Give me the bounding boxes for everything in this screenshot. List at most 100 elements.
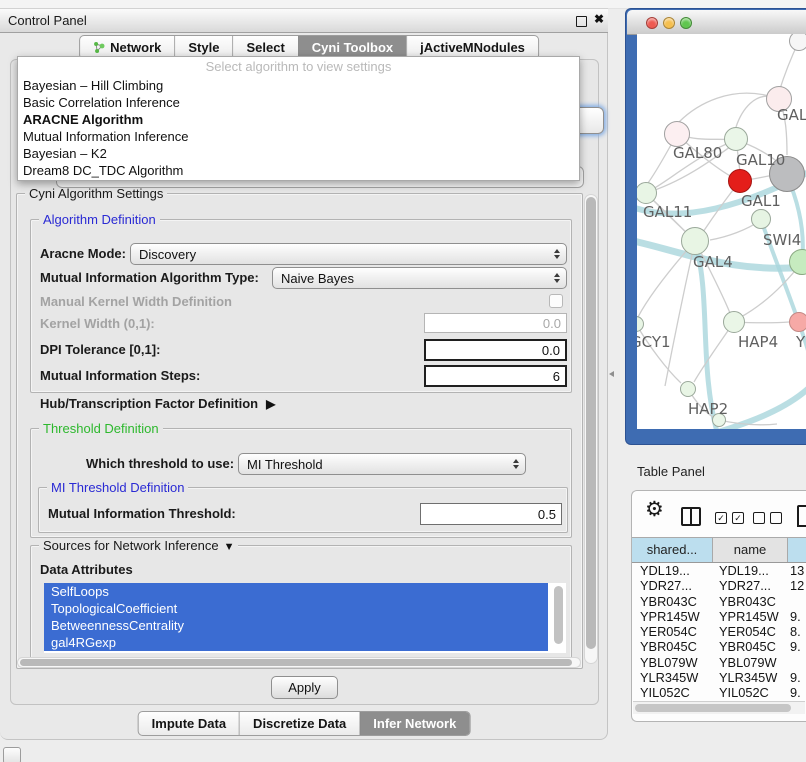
network-node[interactable]: [724, 127, 748, 151]
node-label: GAL80: [673, 144, 722, 162]
settings-vertical-scrollbar[interactable]: [584, 194, 598, 664]
tab-label: Cyni Toolbox: [312, 40, 393, 55]
panel-resize-arrow[interactable]: [609, 371, 614, 377]
dropdown-item[interactable]: Bayesian – Hill Climbing: [18, 77, 579, 94]
table-row[interactable]: YDR27... YDR27... 12: [632, 578, 806, 593]
tab-label: Style: [188, 40, 219, 55]
collapsed-panel-button[interactable]: [3, 747, 21, 762]
list-item[interactable]: BetweennessCentrality: [44, 617, 548, 634]
network-node[interactable]: [681, 227, 709, 255]
table-row[interactable]: YIL052C YIL052C 9.: [632, 685, 806, 700]
cyni-settings-title: Cyni Algorithm Settings: [25, 186, 167, 201]
apply-button[interactable]: Apply: [271, 676, 338, 699]
float-icon[interactable]: [576, 16, 587, 27]
tab-label: Discretize Data: [253, 716, 346, 731]
node-label: GCY1: [637, 333, 671, 351]
stepper-arrows-icon: [554, 249, 560, 259]
tab-label: Infer Network: [373, 716, 456, 731]
window-button[interactable]: [646, 17, 658, 29]
network-view-window: GAL GAL80 GAL10 GAL1 GAL11 SWI4 GAL4 GCY…: [625, 8, 806, 445]
manual-kernel-label: Manual Kernel Width Definition: [40, 292, 232, 312]
gear-icon[interactable]: [645, 499, 664, 520]
table-row[interactable]: YBR043C YBR043C: [632, 594, 806, 609]
aracne-mode-select[interactable]: Discovery: [130, 243, 567, 265]
app-root: Control Panel Network: [0, 0, 806, 762]
column-header-name[interactable]: name: [713, 538, 788, 562]
tab[interactable]: Infer Network: [359, 712, 469, 735]
expand-right-icon: [258, 396, 275, 411]
data-attributes-list: SelfLoops TopologicalCoefficient Between…: [44, 583, 566, 653]
dpi-tolerance-label: DPI Tolerance [0,1]:: [40, 340, 160, 360]
sources-group-title[interactable]: Sources for Network Inference: [39, 538, 238, 555]
table-row[interactable]: YDL19... YDL19... 13: [632, 563, 806, 578]
which-threshold-select[interactable]: MI Threshold: [238, 453, 526, 475]
node-label: HAP2: [688, 400, 728, 418]
list-item[interactable]: gal4RGexp: [44, 634, 548, 651]
scrollbar-thumb[interactable]: [20, 659, 572, 666]
kernel-width-field[interactable]: [424, 313, 567, 333]
network-canvas[interactable]: GAL GAL80 GAL10 GAL1 GAL11 SWI4 GAL4 GCY…: [637, 34, 806, 429]
collapse-down-icon: [219, 538, 235, 553]
algorithm-definition-title: Algorithm Definition: [39, 212, 160, 227]
cyni-bottom-tabs: Impute Data Discretize Data Infer Networ…: [138, 711, 471, 736]
network-node[interactable]: [680, 381, 696, 397]
select-all-checks-icon[interactable]: [715, 512, 744, 524]
table-row[interactable]: YPR145W YPR145W 9.: [632, 609, 806, 624]
list-scrollbar-thumb[interactable]: [554, 586, 563, 644]
node-label: Y: [796, 333, 805, 351]
scrollbar-thumb[interactable]: [635, 704, 791, 712]
list-item[interactable]: TopologicalCoefficient: [44, 600, 548, 617]
dropdown-item[interactable]: Bayesian – K2: [18, 145, 579, 162]
tab[interactable]: Impute Data: [139, 712, 239, 735]
table-body: YDL19... YDL19... 13 YDR27... YDR27... 1…: [632, 563, 806, 701]
manual-kernel-checkbox[interactable]: [549, 294, 563, 308]
settings-horizontal-scrollbar[interactable]: [17, 657, 581, 668]
mi-steps-field[interactable]: [424, 365, 567, 387]
scrollbar-thumb[interactable]: [586, 197, 596, 649]
algorithm-dropdown: Select algorithm to view settings Bayesi…: [17, 56, 580, 181]
network-node[interactable]: [728, 169, 752, 193]
table-row[interactable]: YLR345W YLR345W 9.: [632, 670, 806, 685]
control-panel-title: Control Panel: [8, 9, 87, 32]
node-label: GAL4: [693, 253, 733, 271]
table-horizontal-scrollbar[interactable]: [633, 701, 805, 714]
mi-type-select[interactable]: Naive Bayes: [272, 267, 567, 289]
which-threshold-value: MI Threshold: [247, 457, 323, 472]
network-node[interactable]: [789, 34, 806, 51]
tab-label: jActiveMNodules: [420, 40, 525, 55]
table-row[interactable]: YBR045C YBR045C 9.: [632, 639, 806, 654]
mi-type-value: Naive Bayes: [281, 271, 354, 286]
column-header-third[interactable]: [788, 538, 806, 562]
network-window-titlebar[interactable]: [627, 10, 806, 35]
close-icon[interactable]: [594, 12, 604, 26]
control-panel-titlebar: Control Panel: [0, 8, 608, 33]
network-node[interactable]: [751, 209, 771, 229]
table-row[interactable]: YBL079W YBL079W: [632, 655, 806, 670]
list-item[interactable]: SelfLoops: [44, 583, 548, 600]
document-icon[interactable]: [797, 505, 806, 527]
hub-definition-expander[interactable]: Hub/Transcription Factor Definition: [40, 396, 275, 411]
stepper-arrows-icon: [554, 273, 560, 283]
mi-threshold-label: Mutual Information Threshold:: [48, 504, 236, 524]
window-button[interactable]: [680, 17, 692, 29]
deselect-checks-icon[interactable]: [753, 512, 782, 524]
dropdown-item[interactable]: Mutual Information Inference: [18, 128, 579, 145]
kernel-width-label: Kernel Width (0,1):: [40, 314, 155, 334]
data-attributes-label: Data Attributes: [40, 562, 133, 577]
dropdown-item[interactable]: Dream8 DC_TDC Algorithm: [18, 162, 579, 179]
dpi-tolerance-field[interactable]: [424, 339, 567, 361]
tab[interactable]: Discretize Data: [239, 712, 359, 735]
window-button[interactable]: [663, 17, 675, 29]
table-row[interactable]: YER054C YER054C 8.: [632, 624, 806, 639]
network-node[interactable]: [723, 311, 745, 333]
node-label: GAL: [777, 106, 806, 124]
column-header-shared[interactable]: shared...: [632, 538, 713, 562]
dropdown-item[interactable]: Basic Correlation Inference: [18, 94, 579, 111]
dropdown-item[interactable]: ARACNE Algorithm: [18, 111, 579, 128]
node-label: HAP4: [738, 333, 778, 351]
mi-threshold-field[interactable]: [420, 503, 562, 525]
network-node[interactable]: [789, 312, 806, 332]
aracne-mode-value: Discovery: [139, 247, 196, 262]
split-view-icon[interactable]: [681, 507, 701, 526]
tab-label: Select: [246, 40, 284, 55]
